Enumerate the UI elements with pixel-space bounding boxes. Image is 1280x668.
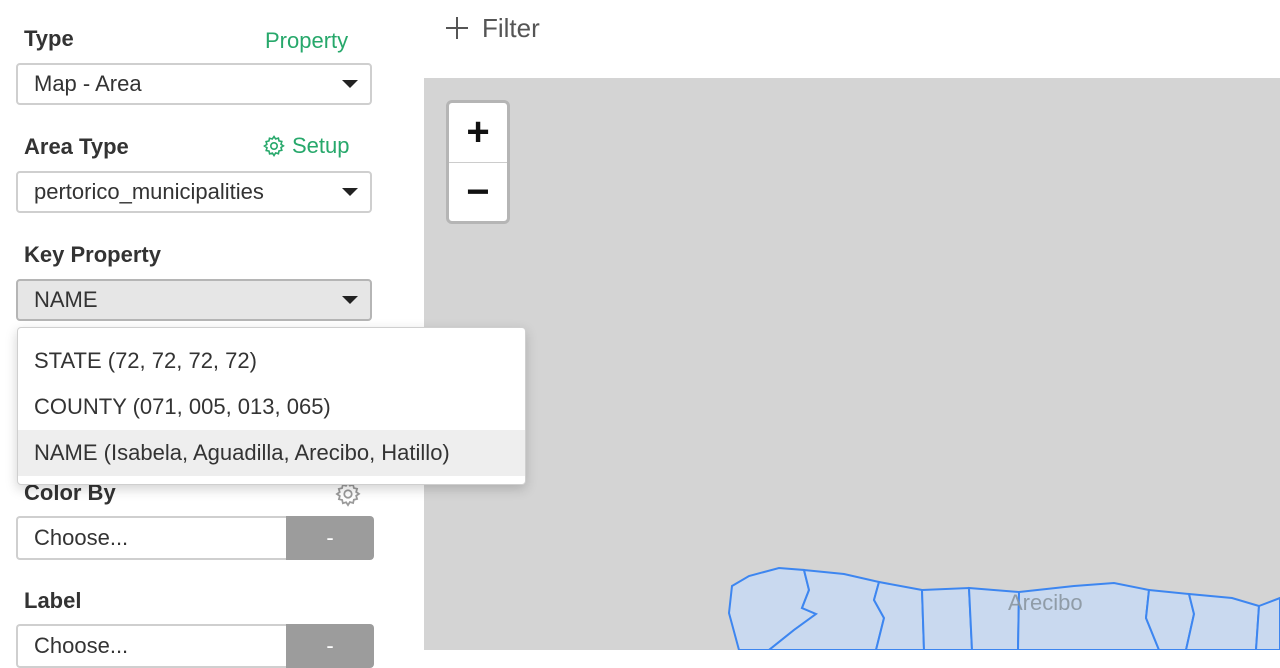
property-link[interactable]: Property [265, 28, 348, 54]
map-regions[interactable] [424, 78, 1280, 650]
zoom-control: + − [446, 100, 510, 224]
caret-down-icon [342, 80, 358, 88]
caret-down-icon [342, 296, 358, 304]
color-by-select[interactable]: Choose... [16, 516, 286, 560]
key-property-select-value: NAME [34, 287, 98, 312]
type-label: Type [24, 26, 74, 51]
area-type-label: Area Type [24, 134, 129, 159]
filter-label: Filter [482, 12, 540, 43]
key-property-select[interactable]: NAME [16, 279, 372, 321]
type-select-value: Map - Area [34, 71, 142, 96]
color-by-clear-button[interactable]: - [286, 516, 374, 560]
region-camuy [920, 586, 974, 650]
label-control: Choose... - [16, 624, 374, 668]
label-select[interactable]: Choose... [16, 624, 286, 668]
region-manati [1184, 592, 1261, 650]
add-filter-button[interactable]: Filter [444, 10, 540, 46]
plus-icon [446, 17, 468, 39]
property-link-label[interactable]: Property [265, 28, 348, 54]
map-view[interactable]: Arecibo + − [424, 78, 1280, 650]
setup-link-label[interactable]: Setup [292, 133, 350, 159]
map-place-label: Arecibo [1008, 590, 1083, 615]
sidebar: Type Property Map - Area Area Type Setup… [0, 0, 408, 668]
label-clear-button[interactable]: - [286, 624, 374, 668]
caret-down-icon [342, 188, 358, 196]
area-type-select-value: pertorico_municipalities [34, 179, 264, 204]
region-vega [1254, 596, 1280, 650]
zoom-out-button[interactable]: − [449, 162, 507, 222]
type-select[interactable]: Map - Area [16, 63, 372, 105]
gear-icon [263, 135, 285, 157]
area-type-select[interactable]: pertorico_municipalities [16, 171, 372, 213]
dropdown-option[interactable]: COUNTY (071, 005, 013, 065) [18, 384, 525, 430]
dropdown-option[interactable]: STATE (72, 72, 72, 72) [18, 338, 525, 384]
zoom-in-button[interactable]: + [449, 103, 507, 162]
setup-link[interactable]: Setup [262, 133, 350, 159]
key-property-dropdown: STATE (72, 72, 72, 72) COUNTY (071, 005,… [17, 327, 526, 485]
key-property-label: Key Property [24, 242, 161, 267]
label-label: Label [24, 588, 82, 613]
color-by-control: Choose... - [16, 516, 374, 560]
dropdown-option[interactable]: NAME (Isabela, Aguadilla, Arecibo, Hatil… [18, 430, 525, 476]
